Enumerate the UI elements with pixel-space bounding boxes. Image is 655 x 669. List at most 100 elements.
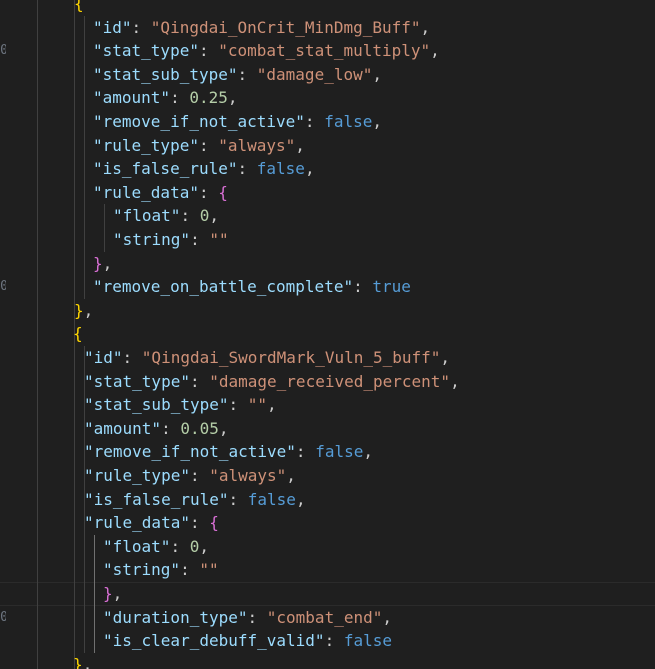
code-token: : — [198, 182, 219, 202]
indent-guide — [37, 511, 38, 536]
code-token: "always" — [218, 135, 296, 155]
indent-guide — [37, 369, 38, 394]
code-text: "stat_sub_type": "", — [84, 393, 277, 417]
code-token: , — [82, 654, 93, 669]
indent-guide — [74, 605, 75, 630]
code-token: 0 — [189, 536, 200, 556]
indent-guide — [94, 605, 95, 630]
code-token: } — [73, 654, 83, 669]
code-token: 0 — [199, 206, 210, 226]
code-text: "float": 0, — [103, 535, 209, 559]
code-line[interactable]: "rule_data": { — [0, 511, 655, 536]
code-line[interactable]: "stat_sub_type": "damage_low", — [0, 62, 655, 87]
code-token: "combat_stat_multiply" — [218, 41, 431, 61]
code-line[interactable]: "stat_type": "damage_received_percent", — [0, 369, 655, 394]
code-token: "duration_type" — [103, 607, 248, 627]
code-token: false — [324, 112, 373, 131]
code-line[interactable]: "string": "" — [0, 558, 655, 583]
code-token: , — [372, 112, 382, 131]
code-token: false — [247, 489, 296, 509]
code-line[interactable]: "stat_type": "combat_stat_multiply", — [0, 39, 655, 64]
code-token: : — [237, 64, 257, 84]
code-line[interactable]: "remove_if_not_active": false, — [0, 110, 655, 134]
code-token: , — [102, 253, 113, 273]
indent-guide — [37, 416, 38, 441]
code-token: } — [74, 300, 84, 320]
code-text: "id": "Qingdai_SwordMark_Vuln_5_buff", — [84, 346, 450, 370]
code-text: "float": 0, — [113, 204, 219, 228]
indent-guide — [74, 39, 75, 64]
code-line[interactable]: }, — [0, 652, 655, 669]
code-line[interactable]: "stat_sub_type": "", — [0, 393, 655, 418]
code-token: : — [189, 466, 210, 485]
indent-guide — [74, 251, 75, 276]
code-line[interactable]: "float": 0, — [0, 534, 655, 559]
code-line[interactable]: "float": 0, — [0, 204, 655, 229]
indent-guide — [37, 86, 38, 111]
code-token: { — [218, 182, 228, 202]
code-token: : — [228, 395, 248, 415]
indent-guide — [74, 204, 75, 229]
code-token: : — [161, 418, 181, 438]
indent-guide — [84, 133, 85, 158]
code-editor[interactable]: 000 {"id": "Qingdai_OnCrit_MinDmg_Buff",… — [0, 0, 655, 669]
code-token: "stat_type" — [93, 41, 199, 61]
indent-guide — [37, 62, 38, 87]
indent-guide — [84, 534, 85, 559]
code-line[interactable]: { — [0, 0, 655, 16]
code-token: : — [237, 159, 257, 179]
indent-guide — [94, 534, 95, 559]
code-line[interactable]: "is_false_rule": false, — [0, 487, 655, 512]
code-line[interactable]: "remove_if_not_active": false, — [0, 440, 655, 465]
code-token: "string" — [103, 560, 181, 580]
code-line[interactable]: "amount": 0.05, — [0, 416, 655, 441]
code-line[interactable]: "is_false_rule": false, — [0, 157, 655, 182]
code-token: 0.25 — [189, 88, 228, 108]
indent-guide — [37, 393, 38, 418]
indent-guide — [104, 204, 105, 229]
code-token: : — [180, 206, 200, 226]
code-text: { — [74, 0, 84, 16]
code-line[interactable]: "string": "" — [0, 228, 655, 252]
indent-guide — [84, 275, 85, 300]
indent-guide — [74, 558, 75, 583]
code-line[interactable]: "rule_data": { — [0, 180, 655, 205]
code-line[interactable]: "amount": 0.25, — [0, 86, 655, 111]
code-line[interactable]: }, — [0, 251, 655, 276]
indent-guide — [74, 346, 75, 370]
indent-guide — [84, 62, 85, 87]
code-line[interactable]: "rule_type": "always", — [0, 133, 655, 158]
code-token: : — [304, 112, 325, 131]
code-line[interactable]: "id": "Qingdai_OnCrit_MinDmg_Buff", — [0, 15, 655, 40]
code-token: 0.05 — [180, 418, 219, 438]
indent-guide — [74, 487, 75, 512]
code-text: "is_clear_debuff_valid": false — [103, 629, 392, 653]
code-token: "rule_data" — [93, 182, 199, 202]
code-line[interactable]: "is_clear_debuff_valid": false — [0, 629, 655, 654]
indent-guide — [74, 582, 75, 606]
indent-guide — [74, 180, 75, 205]
code-line[interactable]: "rule_type": "always", — [0, 464, 655, 488]
code-text: "id": "Qingdai_OnCrit_MinDmg_Buff", — [93, 16, 430, 40]
code-line[interactable]: }, — [0, 582, 655, 606]
code-line[interactable]: "remove_on_battle_complete": true — [0, 275, 655, 300]
code-token: , — [286, 466, 296, 485]
indent-guide — [37, 275, 38, 300]
code-line[interactable]: "id": "Qingdai_SwordMark_Vuln_5_buff", — [0, 346, 655, 370]
code-token: , — [440, 348, 451, 367]
indent-guide — [74, 369, 75, 394]
code-text: "stat_type": "damage_received_percent", — [84, 370, 460, 394]
code-line[interactable]: { — [0, 322, 655, 347]
code-token: : — [190, 230, 210, 249]
code-token: , — [363, 442, 373, 462]
code-token: "float" — [103, 536, 171, 556]
code-line[interactable]: "duration_type": "combat_end", — [0, 605, 655, 630]
code-token: "is_clear_debuff_valid" — [103, 631, 325, 651]
indent-guide — [37, 133, 38, 158]
indent-guide — [84, 110, 85, 134]
code-token: , — [295, 489, 306, 509]
code-line[interactable]: }, — [0, 298, 655, 323]
code-text: "stat_sub_type": "damage_low", — [93, 63, 382, 87]
code-text: "rule_type": "always", — [84, 464, 296, 488]
code-text: }, — [74, 299, 93, 323]
